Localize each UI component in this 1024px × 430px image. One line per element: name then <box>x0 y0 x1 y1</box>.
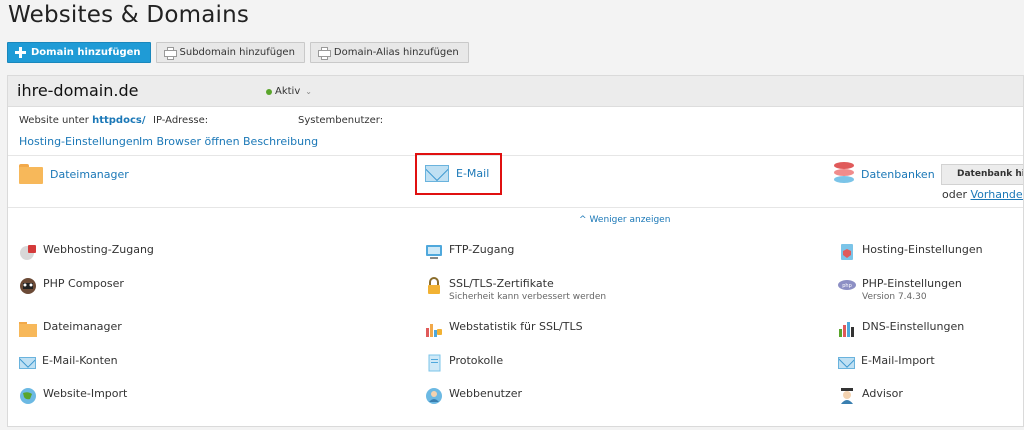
web-users-label: Webbenutzer <box>449 387 523 400</box>
folder-icon <box>19 322 37 337</box>
envelope-icon <box>19 357 36 369</box>
dns-settings-item[interactable]: DNS-Einstellungen <box>838 320 964 338</box>
show-less-label: Weniger anzeigen <box>589 215 671 225</box>
add-database-button[interactable]: Datenbank hinzufügen <box>941 164 1023 185</box>
email-import-label: E-Mail-Import <box>861 354 935 367</box>
divider <box>8 155 1023 156</box>
databases-label: Datenbanken <box>861 167 935 181</box>
website-import-label: Website-Import <box>43 387 128 400</box>
email-accounts-label: E-Mail-Konten <box>42 354 118 367</box>
page-title: Websites & Domains <box>8 2 250 28</box>
plus-icon <box>15 47 26 58</box>
databases-shortcut[interactable]: Datenbanken <box>834 162 935 186</box>
status-label: Aktiv <box>275 86 301 97</box>
divider <box>8 207 1023 208</box>
domain-name: ihre-domain.de <box>17 81 139 100</box>
website-prefix: Website unter <box>19 115 89 126</box>
advisor-item[interactable]: Advisor <box>838 387 903 405</box>
status-dot-icon <box>266 88 272 95</box>
logs-item[interactable]: Protokolle <box>425 354 503 372</box>
dns-settings-label: DNS-Einstellungen <box>862 320 965 333</box>
svg-text:php: php <box>842 283 852 289</box>
sysuser-label: Systembenutzer: <box>298 115 384 126</box>
php-version-text: Version 7.4.30 <box>862 292 927 302</box>
website-info: Website unter httpdocs/ <box>19 115 146 126</box>
database-icon <box>834 162 854 186</box>
db-or-text: oder <box>942 188 968 201</box>
advisor-icon <box>838 387 856 405</box>
open-in-browser-link[interactable]: Im Browser öffnen <box>139 135 240 148</box>
web-user-icon <box>425 387 443 405</box>
logs-label: Protokolle <box>449 354 504 367</box>
plus-icon <box>317 47 331 60</box>
ftp-access-item[interactable]: FTP-Zugang <box>425 243 514 261</box>
add-alias-button[interactable]: Domain-Alias hinzufügen <box>309 42 469 63</box>
chevron-down-icon: ⌄ <box>305 87 312 96</box>
lock-icon <box>425 277 443 295</box>
ssl-certificates-item[interactable]: SSL/TLS-Zertifikate Sicherheit kann verb… <box>425 277 606 303</box>
file-manager-shortcut[interactable]: Dateimanager <box>19 164 129 184</box>
php-icon: php <box>838 277 856 295</box>
hosting-settings-icon <box>838 243 856 261</box>
php-composer-label: PHP Composer <box>43 277 124 290</box>
add-subdomain-button[interactable]: Subdomain hinzufügen <box>155 42 305 63</box>
file-manager-item[interactable]: Dateimanager <box>19 320 122 337</box>
email-import-item[interactable]: E-Mail-Import <box>838 354 935 369</box>
add-domain-label: Domain hinzufügen <box>31 47 141 58</box>
dns-icon <box>838 320 856 338</box>
webhosting-access-label: Webhosting-Zugang <box>43 243 154 256</box>
ftp-access-label: FTP-Zugang <box>449 243 515 256</box>
toolbar: Domain hinzufügen Subdomain hinzufügen D… <box>7 42 469 63</box>
ssl-warning-text: Sicherheit kann verbessert werden <box>449 292 607 302</box>
webstats-ssl-item[interactable]: Webstatistik für SSL/TLS <box>425 320 583 338</box>
php-composer-item[interactable]: PHP Composer <box>19 277 124 295</box>
add-domain-button[interactable]: Domain hinzufügen <box>7 42 151 63</box>
ssl-certificates-label: SSL/TLS-Zertifikate <box>449 277 554 290</box>
ssl-text: SSL/TLS-Zertifikate Sicherheit kann verb… <box>449 277 606 303</box>
web-users-item[interactable]: Webbenutzer <box>425 387 522 405</box>
description-link[interactable]: Beschreibung <box>243 135 318 148</box>
plus-icon <box>163 47 177 60</box>
hosting-settings-label: Hosting-Einstellungen <box>862 243 983 256</box>
ftp-icon <box>425 243 443 261</box>
highlight-box <box>415 153 502 195</box>
add-alias-label: Domain-Alias hinzufügen <box>333 47 459 58</box>
envelope-icon <box>838 357 855 369</box>
hosting-settings-item[interactable]: Hosting-Einstellungen <box>838 243 983 261</box>
document-icon <box>425 354 443 372</box>
folder-icon <box>19 164 43 184</box>
existing-databases-link[interactable]: Vorhandene Datenbanken <box>971 188 1023 201</box>
website-import-item[interactable]: Website-Import <box>19 387 127 405</box>
email-accounts-item[interactable]: E-Mail-Konten <box>19 354 118 369</box>
php-text: PHP-Einstellungen Version 7.4.30 <box>862 277 962 303</box>
ip-label: IP-Adresse: <box>153 115 209 126</box>
website-dir-link[interactable]: httpdocs/ <box>92 115 145 126</box>
globe-icon <box>19 387 37 405</box>
status-dropdown[interactable]: Aktiv ⌄ <box>266 86 312 97</box>
domain-header: ihre-domain.de Aktiv ⌄ <box>8 76 1023 107</box>
file-manager-label: Dateimanager <box>50 167 129 181</box>
file-manager-item-label: Dateimanager <box>43 320 122 333</box>
composer-icon <box>19 277 37 295</box>
add-subdomain-label: Subdomain hinzufügen <box>179 47 295 58</box>
domain-panel: ihre-domain.de Aktiv ⌄ Website unter htt… <box>7 75 1024 427</box>
php-settings-item[interactable]: php PHP-Einstellungen Version 7.4.30 <box>838 277 962 303</box>
db-existing-row: oder Vorhandene Datenbanken <box>942 188 1023 201</box>
webhosting-icon <box>19 243 37 261</box>
php-settings-label: PHP-Einstellungen <box>862 277 962 290</box>
webhosting-access-item[interactable]: Webhosting-Zugang <box>19 243 154 261</box>
show-less-toggle[interactable]: ^ Weniger anzeigen <box>579 215 670 225</box>
stats-icon <box>425 320 443 338</box>
hosting-settings-link[interactable]: Hosting-Einstellungen <box>19 135 140 148</box>
advisor-label: Advisor <box>862 387 903 400</box>
webstats-ssl-label: Webstatistik für SSL/TLS <box>449 320 583 333</box>
chevron-up-icon: ^ <box>579 215 587 225</box>
